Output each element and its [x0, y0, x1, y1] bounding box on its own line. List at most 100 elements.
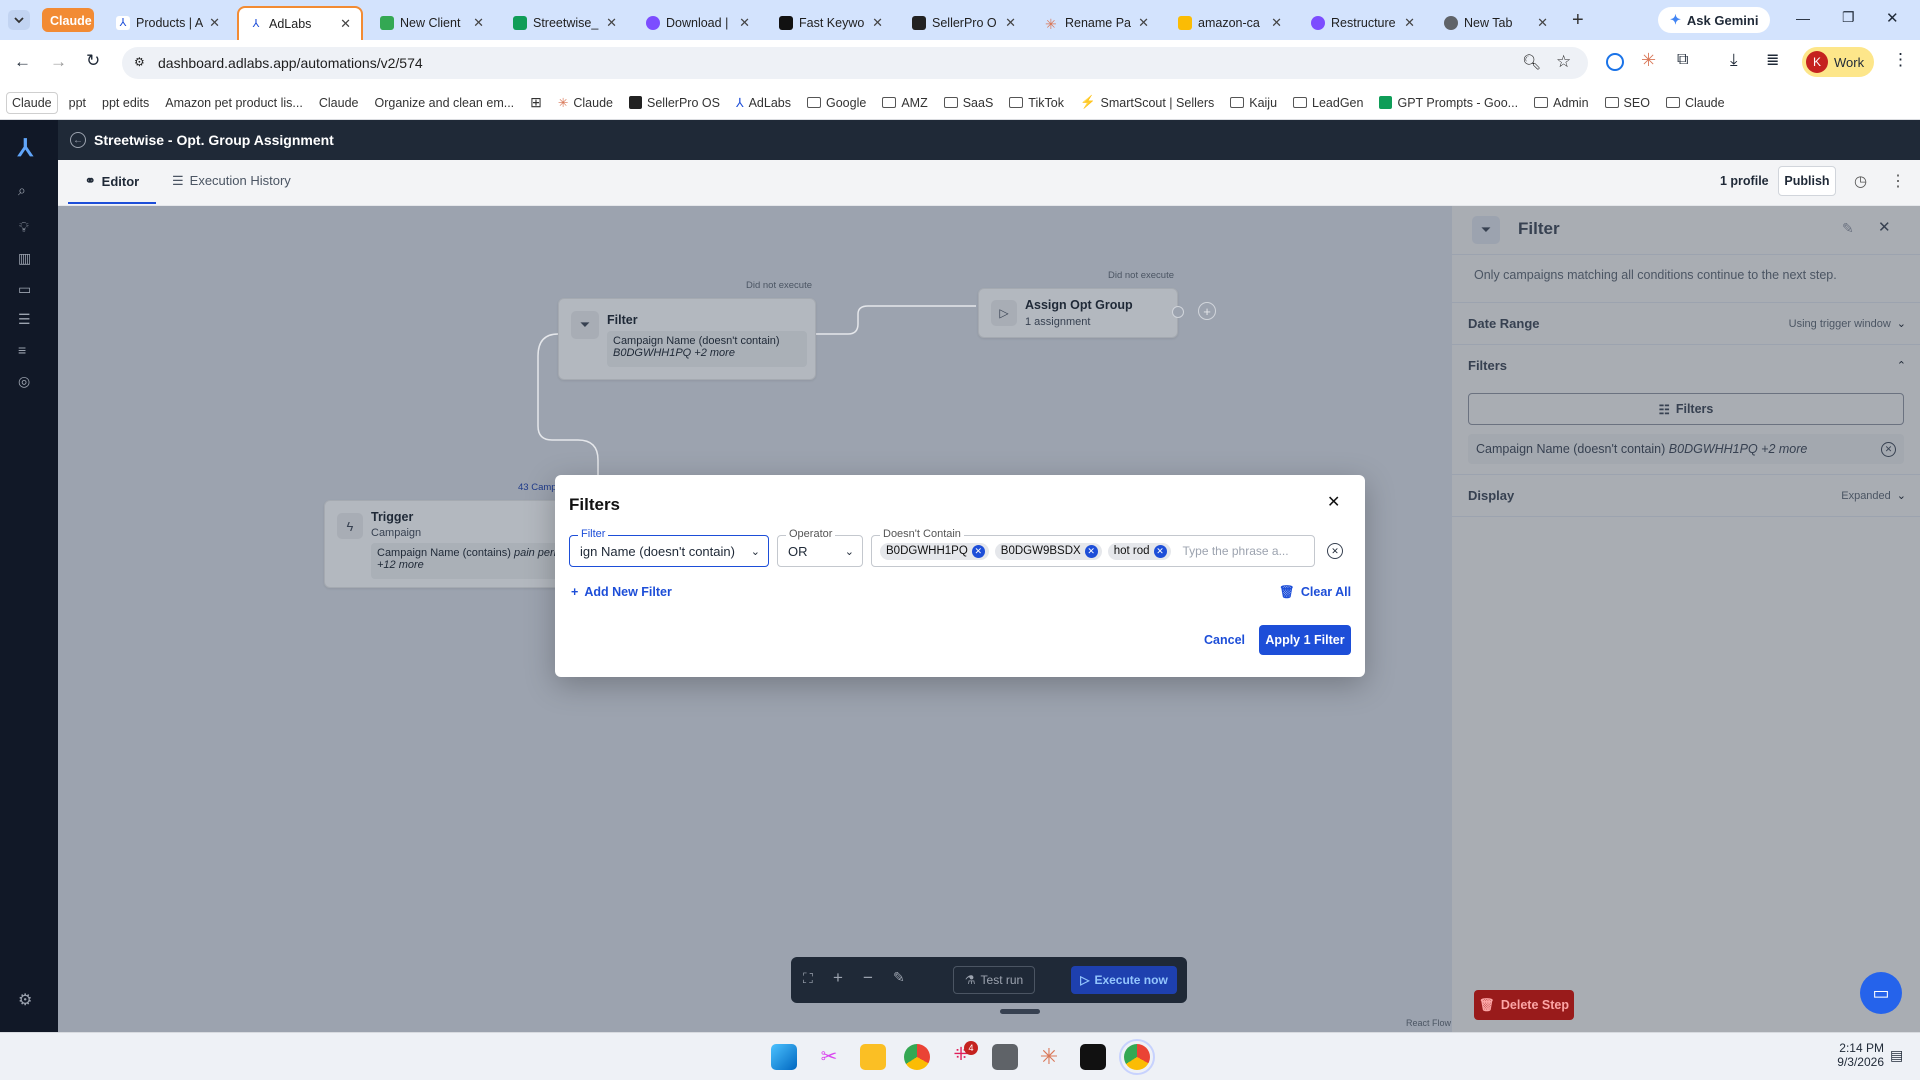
lightbulb-icon[interactable]: 💡︎: [19, 219, 29, 236]
bookmark-item[interactable]: SellerPro OS: [624, 93, 725, 113]
clear-all-button[interactable]: 🗑︎ Clear All: [1279, 585, 1351, 600]
bookmark-folder[interactable]: LeadGen: [1288, 93, 1368, 113]
tab-rename[interactable]: ✳ Rename Pa ✕: [1035, 8, 1159, 38]
ask-gemini-button[interactable]: ✦ Ask Gemini: [1658, 7, 1771, 33]
bookmark-folder[interactable]: TikTok: [1004, 93, 1069, 113]
bookmark-item[interactable]: ppt edits: [97, 93, 154, 113]
tab-sellerpro[interactable]: SellerPro O ✕: [902, 8, 1026, 38]
chrome-icon[interactable]: [904, 1044, 930, 1070]
bookmark-item[interactable]: Claude: [314, 93, 364, 113]
apps-grid-icon[interactable]: ⊞: [525, 91, 547, 114]
add-new-filter-button[interactable]: + Add New Filter: [571, 585, 672, 599]
remove-chip-icon[interactable]: ✕: [971, 544, 985, 558]
operator-select[interactable]: Operator OR ⌄: [777, 528, 863, 567]
execute-now-button[interactable]: ▷ Execute now: [1071, 966, 1177, 994]
monitor-icon[interactable]: ▭: [18, 281, 31, 298]
chart-icon[interactable]: ▥: [18, 250, 31, 267]
url-field[interactable]: ⚙ dashboard.adlabs.app/automations/v2/57…: [122, 47, 1588, 79]
bookmark-folder[interactable]: AMZ: [877, 93, 932, 113]
bookmark-folder[interactable]: Kaiju: [1225, 93, 1282, 113]
bookmark-item[interactable]: ⅄ AdLabs: [731, 92, 796, 113]
close-icon[interactable]: ✕: [1537, 15, 1548, 31]
filter-node[interactable]: ⏷ Filter Campaign Name (doesn't contain)…: [558, 298, 816, 380]
close-icon[interactable]: ✕: [209, 15, 220, 31]
delete-step-button[interactable]: 🗑︎ Delete Step: [1474, 990, 1574, 1020]
more-menu-icon[interactable]: ⋮: [1890, 171, 1906, 191]
react-flow-attribution[interactable]: React Flow: [1406, 1018, 1451, 1028]
filter-item[interactable]: Campaign Name (doesn't contain) B0DGWHH1…: [1468, 434, 1904, 464]
close-icon[interactable]: ✕: [1271, 15, 1282, 31]
zoom-in-icon[interactable]: +: [833, 968, 843, 988]
publish-button[interactable]: Publish: [1778, 166, 1836, 196]
tab-restructure[interactable]: Restructure ✕: [1301, 8, 1425, 38]
profile-button[interactable]: K Work: [1802, 47, 1875, 77]
tab-download[interactable]: Download | ✕: [636, 8, 760, 38]
clock[interactable]: 2:14 PM 9/3/2026: [1820, 1041, 1884, 1069]
close-icon[interactable]: ✕: [1138, 15, 1149, 31]
minimize-icon[interactable]: —: [1796, 10, 1810, 26]
claude-app-icon[interactable]: ✳: [1036, 1044, 1062, 1070]
test-run-button[interactable]: ⚗ Test run: [953, 966, 1035, 994]
tab-group-claude[interactable]: Claude: [42, 8, 94, 32]
edit-pencil-icon[interactable]: ✎: [1842, 220, 1854, 237]
notification-icon[interactable]: ▤: [1890, 1047, 1903, 1064]
new-tab-plus-icon[interactable]: +: [1572, 9, 1584, 32]
tab-search-button[interactable]: [8, 10, 30, 30]
history-clock-icon[interactable]: ◷: [1854, 172, 1867, 190]
tab-new-client[interactable]: New Client ✕: [370, 8, 494, 38]
restore-icon[interactable]: ❐: [1842, 9, 1855, 26]
trigger-node[interactable]: ϟ Trigger Campaign Campaign Name (contai…: [324, 500, 584, 588]
chat-support-icon[interactable]: ▭: [1860, 972, 1902, 1014]
bookmark-item[interactable]: Claude: [6, 91, 58, 114]
close-icon[interactable]: ✕: [606, 15, 617, 31]
zoom-out-icon[interactable]: −: [863, 968, 873, 988]
tab-streetwise[interactable]: Streetwise_ ✕: [503, 8, 627, 38]
password-manager-icon[interactable]: [1606, 53, 1624, 71]
close-icon[interactable]: ✕: [340, 16, 351, 32]
back-arrow-icon[interactable]: ←: [70, 132, 86, 148]
site-info-icon[interactable]: ⚙: [134, 55, 145, 69]
close-icon[interactable]: ✕: [473, 15, 484, 31]
back-icon[interactable]: ←: [14, 52, 31, 72]
node-handle[interactable]: [1172, 306, 1184, 318]
chrome-active-icon[interactable]: [1119, 1039, 1155, 1075]
download-icon[interactable]: ⤓: [1730, 50, 1738, 70]
cancel-button[interactable]: Cancel: [1204, 633, 1245, 647]
globe-icon[interactable]: ◎: [18, 373, 30, 390]
close-icon[interactable]: ✕: [1404, 15, 1415, 31]
close-icon[interactable]: ✕: [1005, 15, 1016, 31]
search-icon[interactable]: ⌕: [18, 182, 26, 199]
snipping-tool-icon[interactable]: ✂: [816, 1044, 842, 1070]
bookmark-item[interactable]: Amazon pet product lis...: [160, 93, 308, 113]
close-icon[interactable]: ✕: [872, 15, 883, 31]
profile-count[interactable]: 1 profile: [1720, 174, 1769, 188]
tab-fast-keyword[interactable]: Fast Keywo ✕: [769, 8, 893, 38]
bookmark-folder[interactable]: Admin: [1529, 93, 1593, 113]
bookmark-folder[interactable]: SaaS: [939, 93, 999, 113]
claude-extension-icon[interactable]: ✳: [1641, 50, 1656, 71]
phrase-input[interactable]: Type the phrase a...: [1183, 544, 1289, 558]
bookmark-item[interactable]: Organize and clean em...: [369, 93, 519, 113]
app-icon[interactable]: [1080, 1044, 1106, 1070]
bookmark-item[interactable]: ✳ Claude: [553, 92, 618, 113]
tab-execution-history[interactable]: ☰ Execution History: [172, 173, 291, 189]
remove-chip-icon[interactable]: ✕: [1153, 544, 1167, 558]
tab-products[interactable]: ⅄ Products | A ✕: [106, 8, 228, 38]
bookmark-folder[interactable]: SEO: [1600, 93, 1655, 113]
close-modal-icon[interactable]: ✕: [1327, 492, 1340, 512]
remove-filter-row-icon[interactable]: ✕: [1327, 543, 1343, 559]
tab-editor[interactable]: ⚭ Editor: [68, 160, 156, 204]
tab-adlabs[interactable]: ⅄ AdLabs ✕: [237, 6, 363, 40]
bookmark-folder[interactable]: Claude: [1661, 93, 1730, 113]
bookmark-folder[interactable]: Google: [802, 93, 871, 113]
filters-button[interactable]: ☷ Filters: [1468, 393, 1904, 425]
reading-list-icon[interactable]: ≣: [1766, 50, 1779, 70]
settings-gear-icon[interactable]: ⚙: [18, 990, 32, 1010]
file-explorer-icon[interactable]: [860, 1044, 886, 1070]
reload-icon[interactable]: ↻: [86, 51, 100, 71]
display-section[interactable]: Display Expanded ⌄: [1452, 474, 1920, 516]
adlabs-logo[interactable]: ⅄: [18, 134, 33, 163]
browser-menu-icon[interactable]: ⋮: [1892, 50, 1909, 70]
fit-view-icon[interactable]: ⛶: [803, 970, 813, 987]
zoom-icon[interactable]: 🔍︎: [1522, 53, 1541, 71]
